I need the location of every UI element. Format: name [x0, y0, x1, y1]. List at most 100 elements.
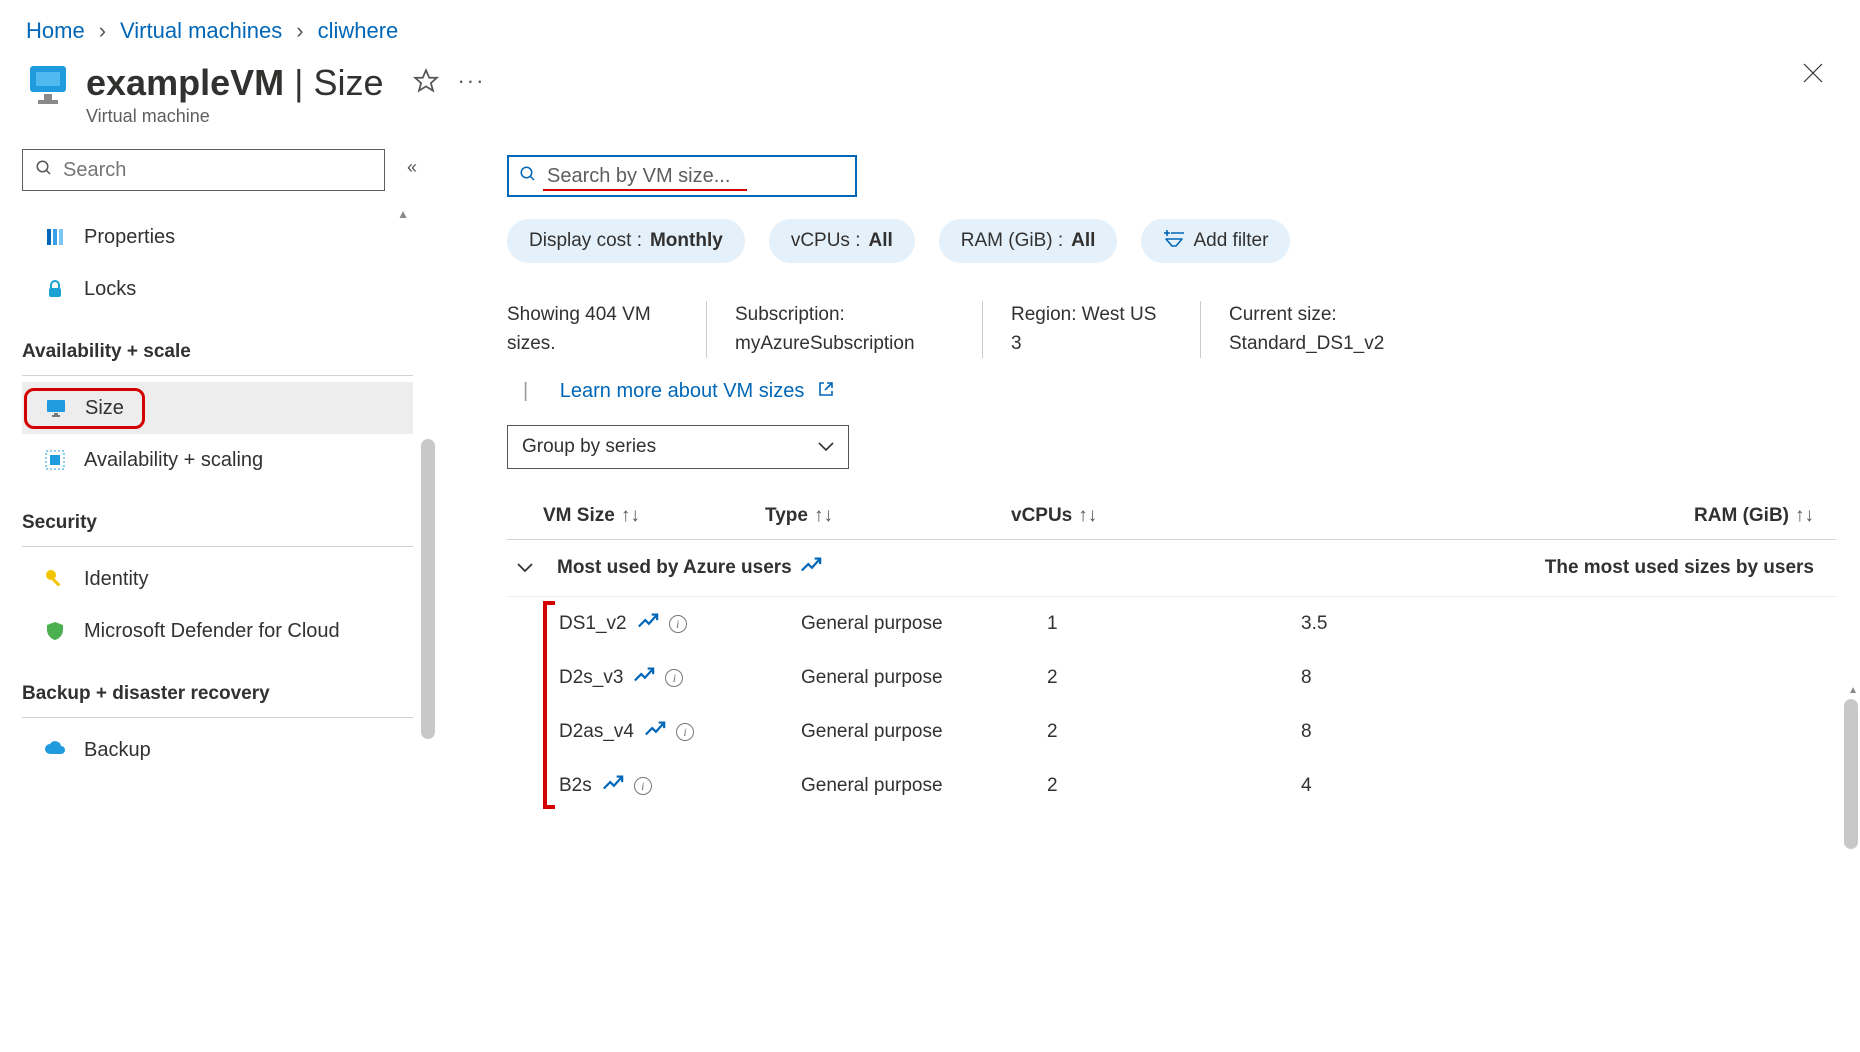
sidebar-item-label: Backup	[84, 739, 151, 762]
learn-more-link[interactable]: Learn more about VM sizes	[560, 380, 834, 402]
scrollbar[interactable]	[1844, 699, 1858, 849]
page-header: exampleVM | Size Virtual machine ···	[0, 54, 1860, 139]
group-name: Most used by Azure users	[557, 557, 792, 579]
info-icon[interactable]: i	[634, 777, 652, 795]
info-icon[interactable]: i	[669, 615, 687, 633]
trend-up-icon	[633, 664, 655, 692]
sidebar-item-properties[interactable]: Properties	[22, 211, 413, 263]
trend-up-icon	[602, 772, 624, 800]
collapse-sidebar-button[interactable]: «	[407, 157, 417, 178]
add-filter-button[interactable]: Add filter	[1141, 219, 1290, 263]
trend-up-icon	[637, 610, 659, 638]
sidebar-item-size[interactable]: Size	[22, 382, 413, 434]
pill-value: All	[869, 230, 893, 252]
info-text: Subscription:	[735, 301, 954, 330]
breadcrumb-current[interactable]: cliwhere	[318, 18, 399, 44]
search-icon	[35, 159, 53, 182]
table-body: DS1_v2iGeneral purpose13.5D2s_v3iGeneral…	[507, 597, 1836, 813]
properties-icon	[44, 227, 66, 247]
more-button[interactable]: ···	[457, 68, 485, 94]
divider: |	[523, 380, 528, 402]
sort-icon: ↑↓	[1078, 505, 1097, 526]
external-link-icon	[818, 380, 834, 403]
breadcrumb-home[interactable]: Home	[26, 18, 85, 44]
sidebar-search[interactable]	[22, 149, 385, 191]
sidebar-item-label: Properties	[84, 226, 175, 249]
pill-value: All	[1071, 230, 1095, 252]
info-text: Standard_DS1_v2	[1229, 330, 1384, 359]
vm-size-search-input[interactable]	[537, 165, 845, 188]
sort-icon: ↑↓	[621, 505, 640, 526]
chevron-down-icon	[517, 557, 533, 579]
vm-icon	[26, 62, 70, 106]
pill-label: Display cost :	[529, 230, 642, 252]
key-icon	[44, 569, 66, 589]
vm-vcpus: 2	[1047, 667, 1301, 689]
chevron-down-icon	[818, 436, 834, 458]
sidebar-search-input[interactable]	[53, 159, 372, 182]
pill-value: Monthly	[650, 230, 723, 252]
favorite-button[interactable]	[413, 68, 439, 94]
vm-type: General purpose	[801, 613, 1047, 635]
sidebar-item-availability-scaling[interactable]: Availability + scaling	[22, 434, 413, 486]
sidebar-item-backup[interactable]: Backup	[22, 724, 413, 776]
sort-icon: ↑↓	[1795, 505, 1814, 526]
filter-vcpus-pill[interactable]: vCPUs : All	[769, 219, 915, 263]
info-text: myAzureSubscription	[735, 330, 954, 359]
sidebar-item-label: Size	[85, 397, 124, 420]
pill-label: Add filter	[1193, 230, 1268, 252]
sidebar-item-identity[interactable]: Identity	[22, 553, 413, 605]
breadcrumb: Home › Virtual machines › cliwhere	[0, 0, 1860, 54]
search-icon	[519, 165, 537, 188]
sidebar-item-label: Locks	[84, 278, 136, 301]
group-by-select[interactable]: Group by series	[507, 425, 849, 469]
sidebar-scrollbar[interactable]	[421, 439, 435, 739]
pill-label: vCPUs :	[791, 230, 861, 252]
chevron-right-icon: ›	[296, 18, 303, 44]
vm-size-name: DS1_v2	[559, 613, 627, 635]
vm-ram: 3.5	[1301, 613, 1836, 635]
column-header-vmsize[interactable]: VM Size↑↓	[507, 505, 765, 527]
trend-up-icon	[800, 554, 822, 582]
vm-type: General purpose	[801, 721, 1047, 743]
vm-size-name: D2as_v4	[559, 721, 634, 743]
sidebar: « ▲ Properties Locks Availability + scal…	[0, 139, 435, 813]
vm-vcpus: 2	[1047, 775, 1301, 797]
group-row-most-used[interactable]: Most used by Azure users The most used s…	[507, 540, 1836, 597]
breadcrumb-virtual-machines[interactable]: Virtual machines	[120, 18, 282, 44]
scroll-up-icon[interactable]: ▲	[397, 207, 409, 221]
column-header-vcpus[interactable]: vCPUs↑↓	[1011, 505, 1265, 527]
table-row[interactable]: D2as_v4iGeneral purpose28	[551, 705, 1836, 759]
sort-icon: ↑↓	[814, 505, 833, 526]
sidebar-item-defender[interactable]: Microsoft Defender for Cloud	[22, 605, 413, 657]
cloud-backup-icon	[44, 740, 66, 760]
vm-size-name: D2s_v3	[559, 667, 623, 689]
vm-ram: 4	[1301, 775, 1836, 797]
sidebar-item-label: Microsoft Defender for Cloud	[84, 620, 340, 643]
main-content: Display cost : Monthly vCPUs : All RAM (…	[435, 139, 1860, 813]
filter-cost-pill[interactable]: Display cost : Monthly	[507, 219, 745, 263]
pill-label: RAM (GiB) :	[961, 230, 1063, 252]
vm-vcpus: 1	[1047, 613, 1301, 635]
table-row[interactable]: DS1_v2 i General purpose13.5	[551, 597, 1836, 651]
column-header-type[interactable]: Type↑↓	[765, 505, 1011, 527]
filter-add-icon	[1163, 229, 1185, 253]
info-text: 3	[1011, 330, 1172, 359]
vm-type: General purpose	[801, 775, 1047, 797]
close-button[interactable]	[1802, 62, 1834, 84]
table-header: VM Size↑↓ Type↑↓ vCPUs↑↓ RAM (GiB)↑↓	[507, 505, 1836, 540]
page-subtitle: Virtual machine	[86, 106, 383, 127]
info-text: Current size:	[1229, 301, 1384, 330]
monitor-icon	[45, 398, 67, 418]
table-row[interactable]: D2s_v3iGeneral purpose28	[551, 651, 1836, 705]
scaling-icon	[44, 450, 66, 470]
info-icon[interactable]: i	[665, 669, 683, 687]
table-row[interactable]: B2siGeneral purpose24	[551, 759, 1836, 813]
sidebar-item-locks[interactable]: Locks	[22, 263, 413, 315]
filter-ram-pill[interactable]: RAM (GiB) : All	[939, 219, 1118, 263]
info-icon[interactable]: i	[676, 723, 694, 741]
trend-up-icon	[644, 718, 666, 746]
column-header-ram[interactable]: RAM (GiB)↑↓	[1265, 505, 1836, 527]
scroll-up-icon[interactable]: ▲	[1848, 685, 1858, 696]
section-backup-dr: Backup + disaster recovery	[22, 657, 413, 718]
